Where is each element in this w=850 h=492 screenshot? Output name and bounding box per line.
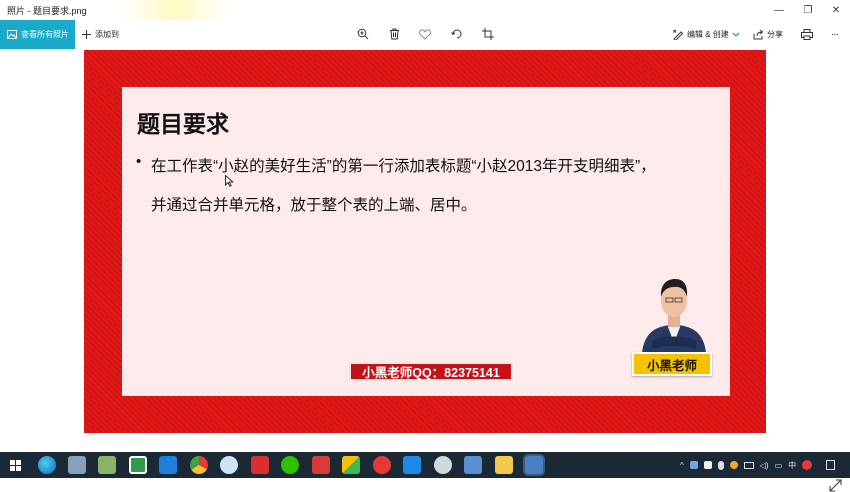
more-button[interactable]: ···	[831, 20, 839, 49]
start-icon[interactable]	[10, 460, 21, 471]
favorite-heart-icon[interactable]	[418, 27, 432, 41]
share-icon	[753, 29, 764, 40]
photo-icon	[7, 30, 17, 39]
volume-icon[interactable]: ◁)	[760, 461, 769, 470]
zoom-in-icon[interactable]	[356, 27, 370, 41]
xmind-icon[interactable]	[251, 456, 269, 474]
app-cloud2-icon[interactable]	[434, 456, 452, 474]
app-screenshot-icon[interactable]	[464, 456, 482, 474]
explorer-icon[interactable]	[68, 456, 86, 474]
chrome-icon[interactable]	[190, 456, 208, 474]
add-to-label: 添加到	[95, 30, 119, 39]
app-red-icon[interactable]	[312, 456, 330, 474]
edit-create-button[interactable]: 编辑 & 创建	[673, 20, 740, 49]
edit-create-icon	[673, 29, 684, 40]
system-tray: ^ ◁) ▭ 中	[680, 452, 836, 478]
slide-content: 题目要求 • 在工作表“小赵的美好生活”的第一行添加表标题“小赵2013年开支明…	[122, 87, 730, 396]
app-multicolor-icon[interactable]	[342, 456, 360, 474]
teacher-photo	[642, 279, 706, 353]
print-icon[interactable]	[800, 27, 814, 41]
windows-taskbar: ^ ◁) ▭ 中	[0, 452, 850, 478]
app-green-icon[interactable]	[98, 456, 116, 474]
slide-title: 题目要求	[137, 111, 229, 138]
edge-icon[interactable]	[38, 456, 56, 474]
task-line-2: 并通过合并单元格，放于整个表的上端、居中。	[151, 197, 477, 214]
fullscreen-expand-icon[interactable]	[829, 479, 842, 492]
photos-toolbar: 查看所有照片 添加到 编辑 & 创建 分享 ···	[0, 20, 850, 49]
notification-icon[interactable]	[826, 460, 836, 470]
teacher-name-badge: 小黑老师	[632, 352, 712, 376]
app-green2-icon[interactable]	[129, 456, 147, 474]
view-all-photos-label: 查看所有照片	[21, 30, 69, 39]
app-cloud-icon[interactable]	[220, 456, 238, 474]
network-icon[interactable]: ▭	[775, 461, 783, 470]
folder-icon[interactable]	[495, 456, 513, 474]
share-label: 分享	[767, 30, 783, 39]
add-to-button[interactable]: 添加到	[82, 20, 119, 49]
task-line-1: 在工作表“小赵的美好生活”的第一行添加表标题“小赵2013年开支明细表”，	[151, 158, 656, 175]
sogou-icon[interactable]	[802, 460, 813, 470]
tray-app-icon[interactable]	[689, 461, 698, 469]
close-button[interactable]: ✕	[822, 0, 850, 20]
chevron-down-icon	[732, 32, 740, 37]
image-viewer: 题目要求 • 在工作表“小赵的美好生活”的第一行添加表标题“小赵2013年开支明…	[0, 49, 850, 492]
minimize-button[interactable]: —	[765, 0, 793, 20]
netease-icon[interactable]	[373, 456, 391, 474]
wechat-icon[interactable]	[281, 456, 299, 474]
view-all-photos-button[interactable]: 查看所有照片	[0, 20, 75, 49]
ime-indicator[interactable]: 中	[788, 460, 796, 471]
wps-icon[interactable]	[403, 456, 421, 474]
title-glow	[120, 0, 230, 20]
restore-button[interactable]: ❐	[794, 0, 822, 20]
mouse-cursor-icon	[225, 175, 234, 187]
rotate-icon[interactable]	[450, 27, 464, 41]
share-button[interactable]: 分享	[753, 20, 783, 49]
plus-icon	[82, 30, 91, 39]
edit-create-label: 编辑 & 创建	[687, 30, 729, 39]
qq-contact-badge: 小黑老师QQ：82375141	[349, 362, 513, 381]
microphone-icon[interactable]	[717, 460, 724, 470]
delete-icon[interactable]	[387, 27, 401, 41]
tray-search-icon[interactable]	[729, 461, 738, 469]
title-bar: 照片 - 题目要求.png — ❐ ✕	[0, 0, 850, 20]
app-blue-icon[interactable]	[159, 456, 177, 474]
bullet-marker: •	[136, 153, 142, 170]
crop-icon[interactable]	[481, 27, 495, 41]
window-title: 照片 - 题目要求.png	[7, 5, 87, 16]
tray-app2-icon[interactable]	[703, 461, 712, 469]
tray-chevron-up-icon[interactable]: ^	[680, 461, 684, 470]
photos-icon[interactable]	[525, 456, 543, 474]
battery-icon[interactable]	[743, 461, 754, 469]
